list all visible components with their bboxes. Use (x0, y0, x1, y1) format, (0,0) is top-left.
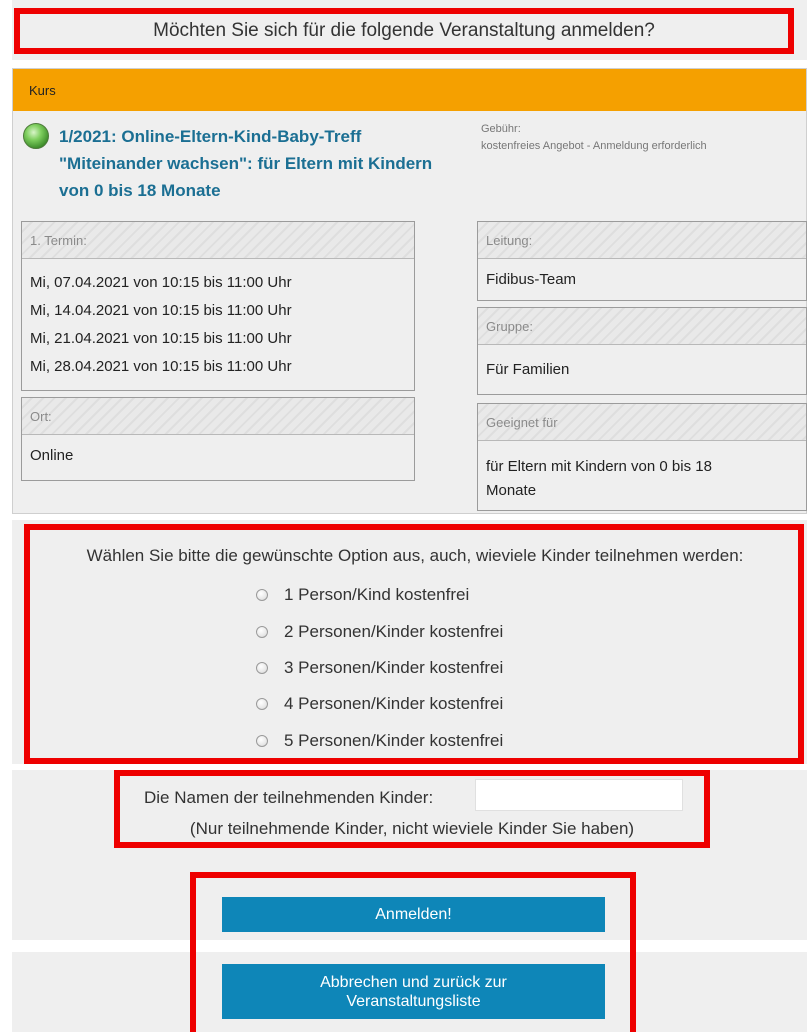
radio-button-icon[interactable] (256, 626, 268, 638)
geeignet-label: Geeignet für (478, 404, 806, 441)
leitung-value: Fidibus-Team (486, 271, 577, 288)
course-header-label: Kurs (29, 82, 56, 98)
options-prompt: Wählen Sie bitte die gewünschte Option a… (86, 546, 744, 565)
children-names-input[interactable] (475, 779, 683, 811)
course-header: Kurs (13, 69, 806, 111)
cancel-button-line: Veranstaltungsliste (346, 992, 481, 1010)
termin-date: Mi, 21.04.2021 von 10:15 bis 11:00 Uhr (30, 330, 292, 347)
question-text: Möchten Sie sich für die folgende Verans… (153, 20, 655, 41)
course-title-line: "Miteinander wachsen": für Eltern mit Ki… (59, 154, 433, 173)
children-names-label: Die Namen der teilnehmenden Kinder: (144, 788, 434, 807)
cancel-button-line: Abbrechen und zurück zur (320, 973, 507, 991)
termin-date: Mi, 28.04.2021 von 10:15 bis 11:00 Uhr (30, 358, 292, 375)
leitung-box: Leitung: Fidibus-Team (477, 221, 807, 301)
termin-date: Mi, 07.04.2021 von 10:15 bis 11:00 Uhr (30, 274, 292, 291)
termin-label: 1. Termin: (22, 222, 414, 259)
ort-box: Ort: Online (21, 397, 415, 481)
option-label: 4 Personen/Kinder kostenfrei (284, 694, 504, 713)
termin-box: 1. Termin: Mi, 07.04.2021 von 10:15 bis … (21, 221, 415, 391)
gruppe-label: Gruppe: (478, 308, 806, 345)
status-indicator-icon (23, 123, 49, 149)
course-title-line: von 0 bis 18 Monate (59, 181, 221, 200)
option-label: 1 Person/Kind kostenfrei (284, 585, 470, 604)
option-3-personen[interactable]: 3 Personen/Kinder kostenfrei (256, 654, 503, 682)
radio-button-icon[interactable] (256, 698, 268, 710)
termin-date: Mi, 14.04.2021 von 10:15 bis 11:00 Uhr (30, 302, 292, 319)
course-title-line: 1/2021: Online-Eltern-Kind-Baby-Treff (59, 127, 362, 146)
option-5-personen[interactable]: 5 Personen/Kinder kostenfrei (256, 727, 503, 755)
registration-question: Möchten Sie sich für die folgende Verans… (14, 8, 794, 54)
children-names-note: (Nur teilnehmende Kinder, nicht wieviele… (189, 819, 635, 838)
option-label: 2 Personen/Kinder kostenfrei (284, 622, 504, 641)
option-2-personen[interactable]: 2 Personen/Kinder kostenfrei (256, 618, 503, 646)
radio-button-icon[interactable] (256, 735, 268, 747)
fee-value: kostenfreies Angebot - Anmeldung erforde… (481, 140, 707, 152)
option-label: 5 Personen/Kinder kostenfrei (284, 731, 504, 750)
gruppe-box: Gruppe: Für Familien (477, 307, 807, 395)
geeignet-line: für Eltern mit Kindern von 0 bis 18 (486, 458, 712, 475)
ort-label: Ort: (22, 398, 414, 435)
register-button[interactable]: Anmelden! (222, 897, 605, 932)
option-4-personen[interactable]: 4 Personen/Kinder kostenfrei (256, 690, 503, 718)
gruppe-value: Für Familien (486, 361, 570, 378)
radio-button-icon[interactable] (256, 662, 268, 674)
option-1-person[interactable]: 1 Person/Kind kostenfrei (256, 581, 469, 609)
geeignet-box: Geeignet für für Eltern mit Kindern von … (477, 403, 807, 511)
cancel-back-button[interactable]: Abbrechen und zurück zur Veranstaltungsl… (222, 964, 605, 1019)
course-panel: Kurs 1/2021: Online-Eltern-Kind-Baby-Tre… (12, 68, 807, 514)
course-title[interactable]: 1/2021: Online-Eltern-Kind-Baby-Treff "M… (59, 123, 479, 204)
option-label: 3 Personen/Kinder kostenfrei (284, 658, 504, 677)
leitung-label: Leitung: (478, 222, 806, 259)
fee-label: Gebühr: (481, 123, 521, 135)
radio-button-icon[interactable] (256, 589, 268, 601)
geeignet-line: Monate (486, 482, 537, 499)
ort-value: Online (30, 447, 74, 464)
